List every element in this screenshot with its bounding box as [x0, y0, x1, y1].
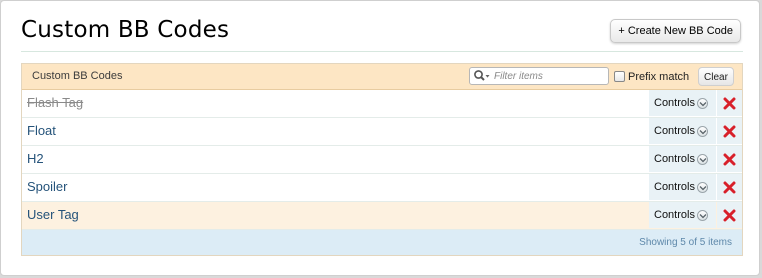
- delete-x-icon: [723, 97, 736, 110]
- controls-label: Controls: [654, 181, 695, 193]
- list-item: Spoiler Controls: [22, 174, 742, 202]
- delete-button[interactable]: [717, 146, 742, 172]
- list-item: Flash Tag Controls: [22, 90, 742, 118]
- delete-button[interactable]: [717, 174, 742, 200]
- chevron-down-icon: [696, 181, 708, 193]
- filter-input[interactable]: [494, 69, 604, 83]
- chevron-down-icon: [696, 125, 708, 137]
- controls-menu[interactable]: Controls: [649, 118, 716, 144]
- list-item: User Tag Controls: [22, 202, 742, 230]
- list-item: H2 Controls: [22, 146, 742, 174]
- delete-x-icon: [723, 125, 736, 138]
- prefix-match-label: Prefix match: [628, 70, 690, 83]
- delete-button[interactable]: [717, 118, 742, 144]
- create-bbcode-button[interactable]: + Create New BB Code: [610, 19, 741, 43]
- controls-menu[interactable]: Controls: [649, 174, 716, 200]
- prefix-match-toggle[interactable]: Prefix match: [614, 69, 689, 84]
- list-item: Float Controls: [22, 118, 742, 146]
- bbcode-list: Custom BB Codes Prefix match Clear Flash: [21, 63, 743, 256]
- controls-label: Controls: [654, 153, 695, 165]
- delete-x-icon: [723, 153, 736, 166]
- search-icon[interactable]: [473, 69, 491, 83]
- chevron-down-icon: [696, 209, 708, 221]
- list-heading: Custom BB Codes: [32, 70, 123, 82]
- chevron-down-icon: [696, 153, 708, 165]
- controls-menu[interactable]: Controls: [649, 202, 716, 228]
- chevron-down-icon: [696, 97, 708, 109]
- delete-button[interactable]: [717, 90, 742, 116]
- item-count: Showing 5 of 5 items: [639, 237, 732, 248]
- clear-filter-button[interactable]: Clear: [698, 67, 734, 86]
- delete-x-icon: [723, 181, 736, 194]
- controls-menu[interactable]: Controls: [649, 90, 716, 116]
- prefix-match-checkbox[interactable]: [614, 71, 625, 82]
- list-header: Custom BB Codes Prefix match Clear: [22, 64, 742, 90]
- controls-label: Controls: [654, 125, 695, 137]
- bbcode-title-link[interactable]: User Tag: [27, 207, 79, 222]
- bbcodes-panel: Custom BB Codes + Create New BB Code Cus…: [0, 0, 760, 276]
- bbcode-title-link[interactable]: Flash Tag: [27, 95, 83, 110]
- delete-x-icon: [723, 209, 736, 222]
- page-title: Custom BB Codes: [21, 17, 230, 43]
- delete-button[interactable]: [717, 202, 742, 228]
- controls-label: Controls: [654, 209, 695, 221]
- controls-menu[interactable]: Controls: [649, 146, 716, 172]
- bbcode-title-link[interactable]: Spoiler: [27, 179, 67, 194]
- title-divider: [21, 51, 743, 52]
- bbcode-title-link[interactable]: H2: [27, 151, 44, 166]
- bbcode-title-link[interactable]: Float: [27, 123, 56, 138]
- list-footer: Showing 5 of 5 items: [22, 230, 742, 255]
- controls-label: Controls: [654, 97, 695, 109]
- filter-box[interactable]: [469, 67, 609, 85]
